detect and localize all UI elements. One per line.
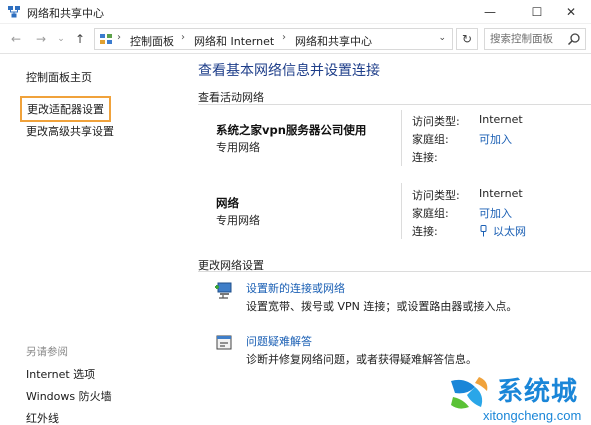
network-center-icon [8,6,20,18]
breadcrumb-separator[interactable]: › [181,32,185,43]
main-content: 查看基本网络信息并设置连接 查看活动网络 系统之家vpn服务器公司使用 专用网络… [190,55,591,425]
ethernet-icon [480,225,487,237]
minimize-button[interactable]: — [467,0,513,24]
infrared-link[interactable]: 红外线 [26,410,59,425]
troubleshoot-icon [216,335,232,350]
access-type-label: 访问类型: [412,115,460,128]
access-type-label: 访问类型: [412,189,460,202]
homegroup-join-link[interactable]: 可加入 [479,131,512,147]
windows-firewall-link[interactable]: Windows 防火墙 [26,388,112,404]
connection-label: 连接: [412,151,438,164]
new-connection-icon [215,282,232,299]
watermark: 系统城 xitongcheng.com [445,371,591,425]
network-type: 专用网络 [216,214,260,227]
control-panel-home-link[interactable]: 控制面板主页 [26,69,92,85]
breadcrumb-separator: › [117,32,121,43]
section-divider [198,271,591,272]
breadcrumb-separator[interactable]: › [282,32,286,43]
access-type-value: Internet [479,113,523,126]
address-dropdown-button[interactable]: ⌄ [438,33,446,43]
vertical-divider [401,183,402,239]
homegroup-label: 家庭组: [412,133,449,146]
close-button[interactable]: ✕ [551,0,591,24]
window-title: 网络和共享中心 [27,7,104,20]
active-networks-label: 查看活动网络 [198,91,264,104]
ethernet-label[interactable]: 以太网 [493,225,526,238]
search-icon[interactable] [567,32,581,46]
setup-new-connection-description: 设置宽带、拨号或 VPN 连接；或设置路由器或接入点。 [246,300,518,313]
watermark-logo-icon [451,377,488,409]
watermark-url: xitongcheng.com [483,408,582,423]
search-box[interactable] [484,28,586,50]
breadcrumb-control-panel[interactable]: 控制面板 [130,33,174,49]
troubleshoot-problems-link[interactable]: 问题疑难解答 [246,333,312,349]
navigation-bar: ← → ⌄ ↑ › 控制面板 › 网络和 Internet › 网络和共享中心 … [0,24,591,54]
back-button[interactable]: ← [8,31,24,47]
troubleshoot-description: 诊断并修复网络问题，或者获得疑难解答信息。 [246,353,477,366]
search-input[interactable] [485,29,569,49]
title-bar: 网络和共享中心 — ☐ ✕ [0,0,591,24]
watermark-name: 系统城 [497,377,579,407]
forward-button[interactable]: → [33,31,49,47]
access-type-value: Internet [479,187,523,200]
network-name: 系统之家vpn服务器公司使用 [216,123,367,137]
left-navigation-pane: 控制面板主页 更改适配器设置 更改高级共享设置 另请参阅 Internet 选项… [0,55,190,425]
section-divider [198,104,591,105]
homegroup-join-link[interactable]: 可加入 [479,205,512,221]
vertical-divider [401,110,402,166]
see-also-heading: 另请参阅 [26,346,68,358]
breadcrumb-network-internet[interactable]: 网络和 Internet [194,33,274,49]
refresh-button[interactable]: ↻ [456,28,478,50]
up-button[interactable]: ↑ [72,31,88,47]
change-advanced-sharing-link[interactable]: 更改高级共享设置 [26,123,114,139]
control-panel-icon [100,34,112,44]
recent-locations-button[interactable]: ⌄ [53,31,69,47]
breadcrumb-network-sharing-center[interactable]: 网络和共享中心 [295,33,372,49]
address-bar[interactable]: › 控制面板 › 网络和 Internet › 网络和共享中心 ⌄ [94,28,453,50]
setup-new-connection-link[interactable]: 设置新的连接或网络 [246,280,345,296]
ethernet-connection-link[interactable]: 以太网 [479,223,526,239]
network-name: 网络 [216,196,239,210]
change-adapter-settings-link[interactable]: 更改适配器设置 [20,96,111,122]
connection-label: 连接: [412,225,438,238]
network-type: 专用网络 [216,141,260,154]
homegroup-label: 家庭组: [412,207,449,220]
page-title: 查看基本网络信息并设置连接 [198,63,380,79]
internet-options-link[interactable]: Internet 选项 [26,366,95,382]
